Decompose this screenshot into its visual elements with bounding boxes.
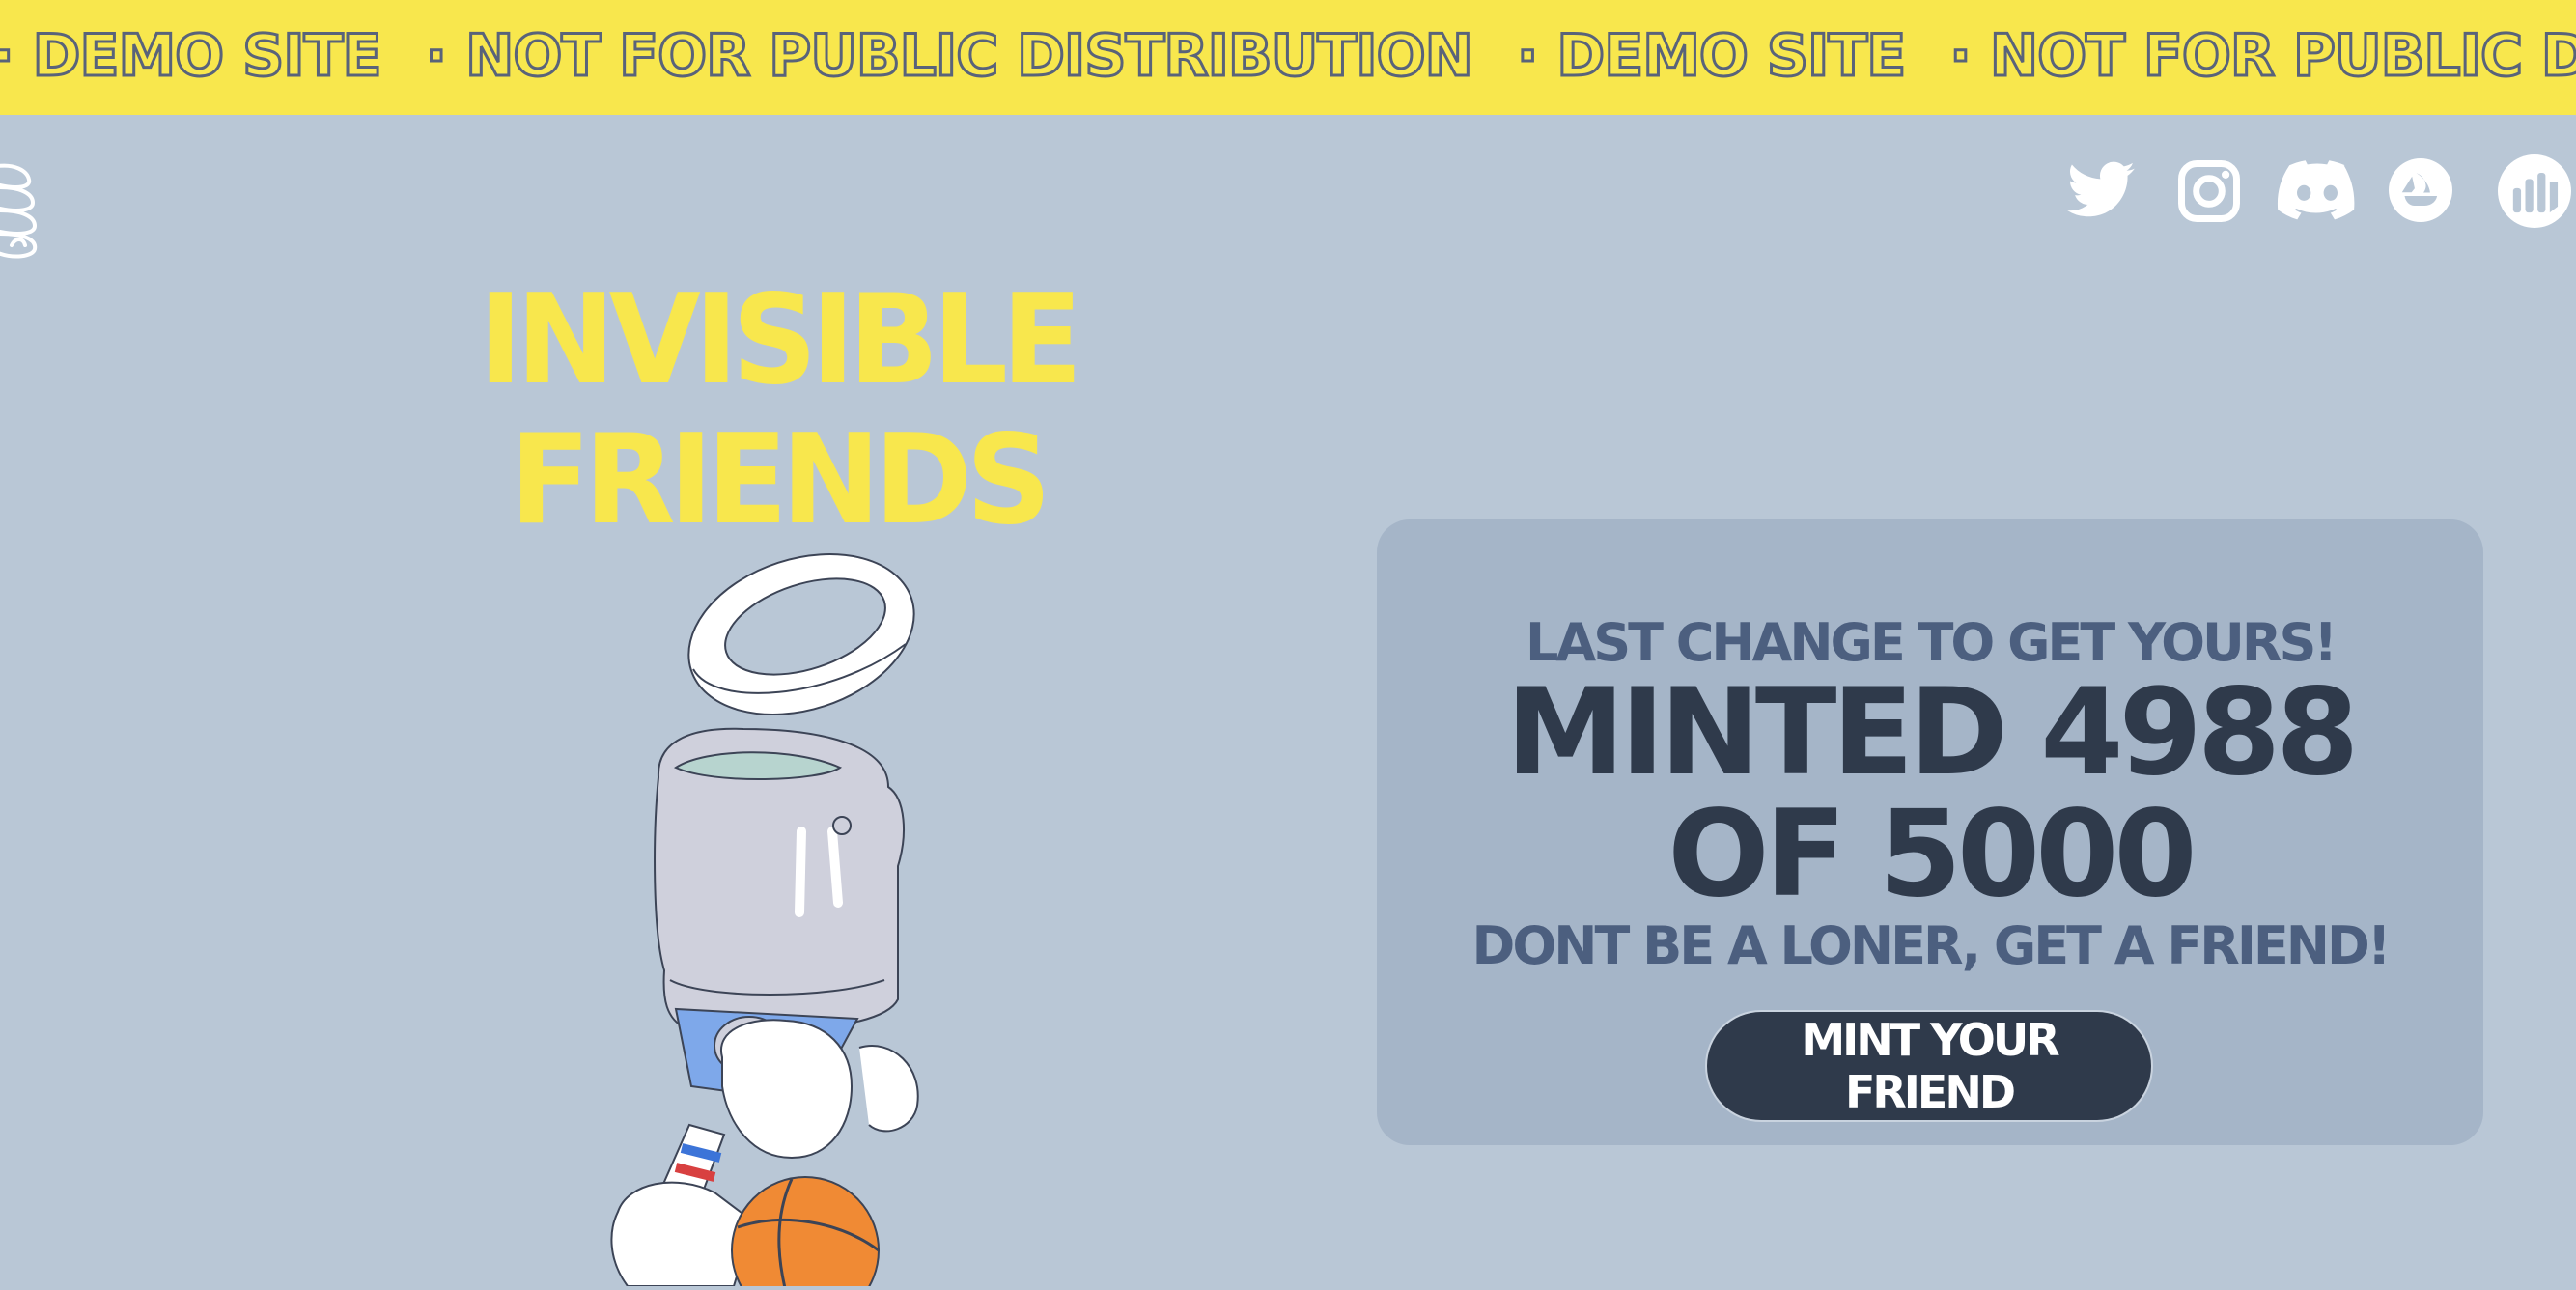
banner-item: · DEMO SITE bbox=[1515, 21, 1908, 92]
banner-item: · NOT FOR PUBLIC DISTRIBUTION bbox=[424, 21, 1474, 92]
logo-icon[interactable] bbox=[0, 160, 44, 261]
marketplace-icon[interactable] bbox=[2493, 154, 2576, 228]
hoodie-icon bbox=[654, 727, 905, 1029]
banner-item: · DEMO SITE bbox=[0, 21, 383, 92]
hero-title-line: INVISIBLE bbox=[478, 268, 1082, 412]
hero-title-line: FRIENDS bbox=[509, 408, 1051, 552]
mint-card: LAST CHANGE TO GET YOURS! MINTED 4988 OF… bbox=[1377, 519, 2483, 1145]
banner-track: · DEMO SITE · NOT FOR PUBLIC DISTRIBUTIO… bbox=[0, 17, 2576, 95]
twitter-icon[interactable] bbox=[2064, 154, 2138, 228]
mint-button[interactable]: MINT YOUR FRIEND bbox=[1707, 1012, 2151, 1120]
instagram-icon[interactable] bbox=[2172, 154, 2246, 228]
mint-tagline: DONT BE A LONER, GET A FRIEND! bbox=[1471, 915, 2392, 976]
demo-banner: · DEMO SITE · NOT FOR PUBLIC DISTRIBUTIO… bbox=[0, 0, 2576, 115]
glove-icon bbox=[714, 1016, 919, 1160]
discord-icon[interactable] bbox=[2277, 154, 2358, 228]
social-links bbox=[2064, 154, 2576, 228]
basketball-icon bbox=[731, 1176, 880, 1290]
invisible-friend-illustration bbox=[599, 546, 966, 1290]
minted-count: MINTED 4988 OF 5000 bbox=[1505, 663, 2360, 924]
hero-title: INVISIBLE FRIENDS bbox=[439, 270, 1116, 550]
opensea-icon[interactable] bbox=[2389, 158, 2452, 222]
banner-item: · NOT FOR PUBLIC DISTRIBUTION bbox=[1948, 21, 2576, 92]
halo-icon bbox=[687, 553, 915, 715]
